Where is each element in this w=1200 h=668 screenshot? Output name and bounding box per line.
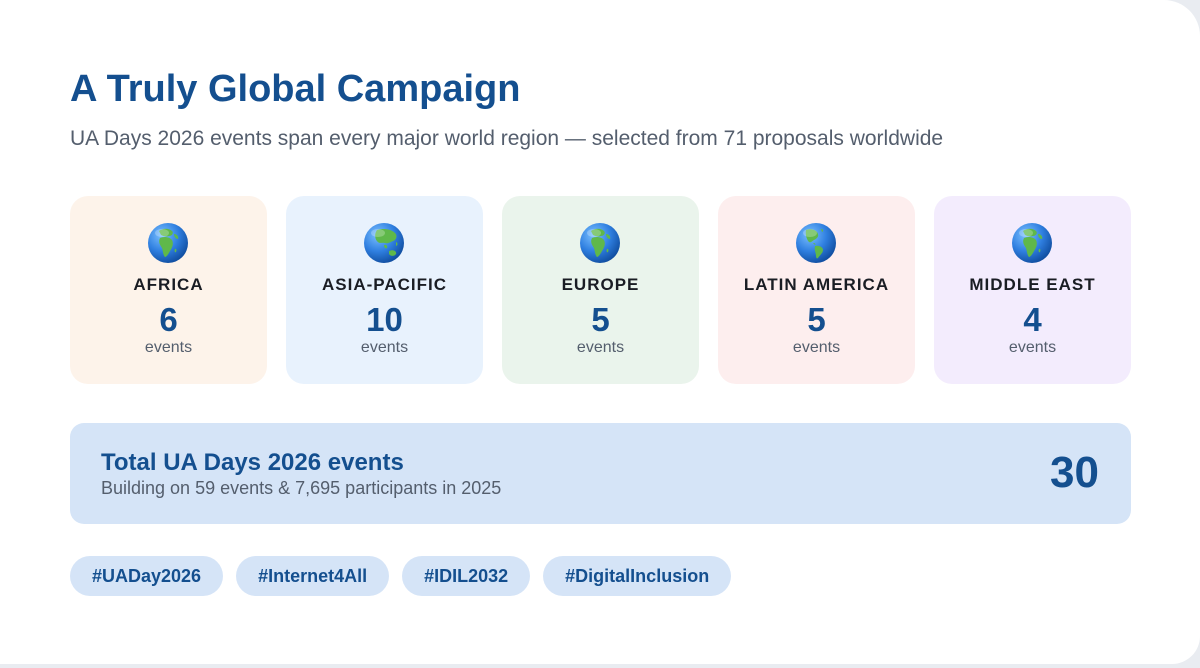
hashtag-list: #UADay2026 #Internet4All #IDIL2032 #Digi… — [70, 556, 732, 596]
hashtag-digitalinclusion[interactable]: #DigitalInclusion — [543, 556, 732, 596]
total-events-label: Total UA Days 2026 events — [101, 449, 404, 476]
globe-icon — [364, 223, 404, 263]
region-event-count: 6 — [159, 301, 178, 338]
region-event-unit: events — [144, 339, 193, 356]
globe-icon — [796, 223, 836, 263]
region-name: EUROPE — [561, 275, 640, 294]
page-title: A Truly Global Campaign — [70, 68, 521, 110]
globe-icon — [1012, 223, 1052, 263]
total-events-value: 30 — [1050, 448, 1099, 497]
region-card-europe: EUROPE 5 events — [502, 196, 699, 384]
region-card-africa: AFRICA 6 events — [70, 196, 267, 384]
region-name: LATIN AMERICA — [743, 275, 890, 294]
hashtag-idil2032[interactable]: #IDIL2032 — [402, 556, 531, 596]
globe-icon — [580, 223, 620, 263]
region-event-count: 5 — [591, 301, 610, 338]
region-name: ASIA-PACIFIC — [321, 275, 447, 294]
region-card-latin-america: LATIN AMERICA 5 events — [718, 196, 915, 384]
region-event-count: 10 — [366, 301, 403, 338]
region-event-count: 5 — [807, 301, 826, 338]
region-grid: AFRICA 6 events ASIA-PACIFIC 10 events E… — [70, 196, 1131, 384]
hashtag-internet4all[interactable]: #Internet4All — [236, 556, 390, 596]
region-card-middle-east: MIDDLE EAST 4 events — [934, 196, 1131, 384]
campaign-card: A Truly Global Campaign UA Days 2026 eve… — [0, 0, 1200, 664]
region-name: AFRICA — [133, 275, 204, 294]
region-event-unit: events — [360, 339, 409, 356]
globe-icon — [148, 223, 188, 263]
hashtag-uaday2026[interactable]: #UADay2026 — [70, 556, 224, 596]
page-subtitle: UA Days 2026 events span every major wor… — [70, 127, 944, 150]
total-events-note: Building on 59 events & 7,695 participan… — [101, 478, 502, 498]
region-name: MIDDLE EAST — [969, 275, 1096, 294]
region-event-unit: events — [792, 339, 841, 356]
total-events-banner: Total UA Days 2026 events Building on 59… — [70, 423, 1131, 524]
region-card-asia-pacific: ASIA-PACIFIC 10 events — [286, 196, 483, 384]
region-event-unit: events — [1008, 339, 1057, 356]
region-event-count: 4 — [1023, 301, 1042, 338]
region-event-unit: events — [576, 339, 625, 356]
